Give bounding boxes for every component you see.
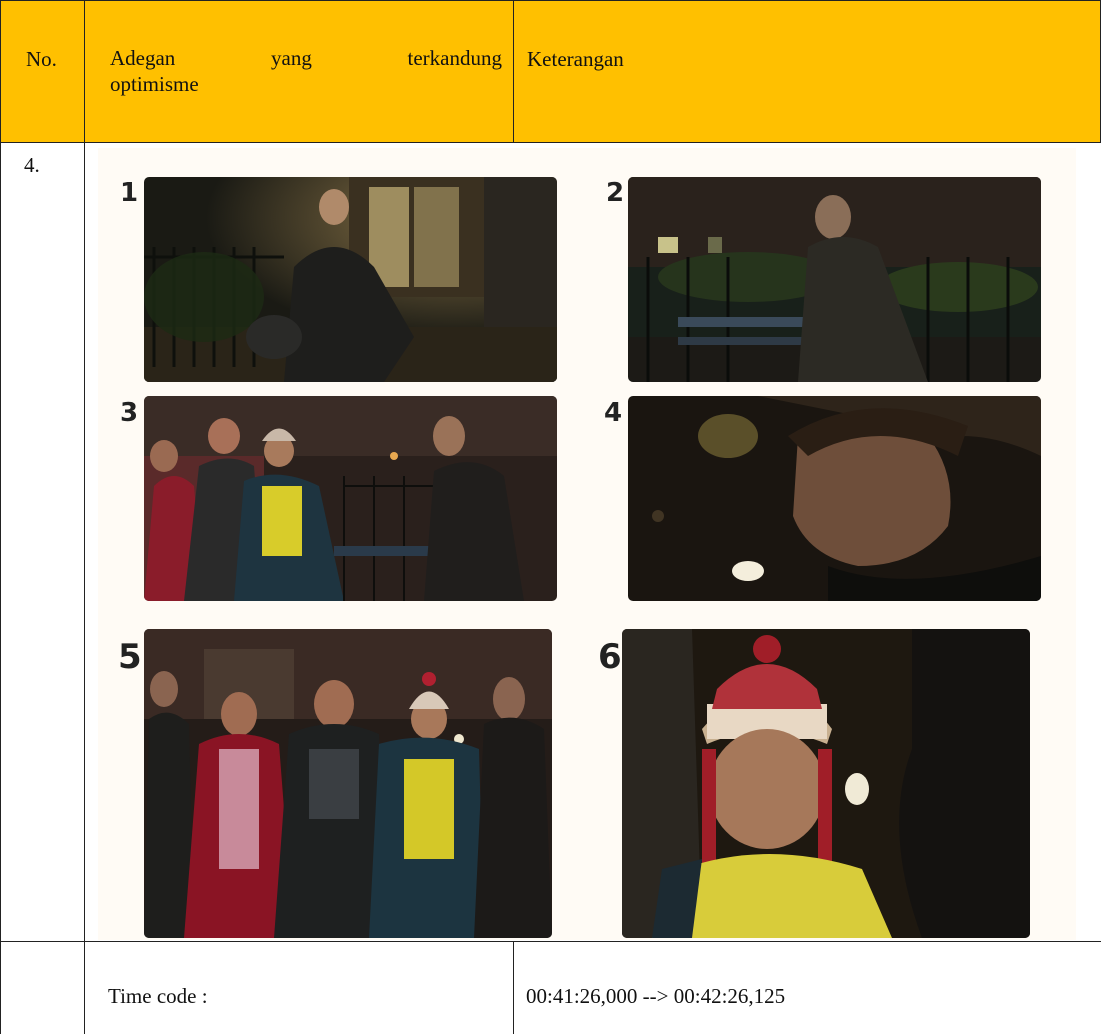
frame-number-1: 1 — [120, 178, 139, 208]
header-scene-word-3: terkandung — [407, 46, 502, 70]
frame-number-2: 2 — [606, 178, 625, 208]
header-bottom-border — [0, 142, 1101, 143]
header-no: No. — [26, 47, 57, 71]
col2-divider-header — [513, 0, 514, 143]
row-number: 4. — [24, 153, 40, 177]
scene-frame-1 — [144, 177, 557, 382]
scene-frame-6 — [622, 629, 1030, 938]
scene-frame-3 — [144, 396, 557, 601]
time-code-value: 00:41:26,000 --> 00:42:26,125 — [526, 984, 786, 1008]
header-description: Keterangan — [527, 47, 624, 71]
time-code-label: Time code : — [108, 984, 208, 1008]
scene-frame-4 — [628, 396, 1041, 601]
frame-number-4: 4 — [604, 398, 623, 428]
scene-frame-2 — [628, 177, 1041, 382]
table-top-border — [0, 0, 1101, 1]
header-scene-word-1: Adegan — [110, 46, 176, 70]
header-scene-line1: Adegan yang terkandung — [110, 45, 502, 71]
table-left-border — [0, 0, 1, 1034]
header-scene: Adegan yang terkandung optimisme — [110, 45, 502, 97]
header-scene-word-2: yang — [271, 46, 312, 70]
image-row-bottom-border — [0, 941, 1101, 942]
header-scene-line2: optimisme — [110, 72, 199, 96]
col1-divider — [84, 0, 85, 1034]
scene-frame-5 — [144, 629, 552, 938]
frame-number-6: 6 — [598, 637, 622, 677]
frame-number-5: 5 — [118, 637, 142, 677]
frame-number-3: 3 — [120, 398, 139, 428]
col2-divider-timecode — [513, 941, 514, 1034]
